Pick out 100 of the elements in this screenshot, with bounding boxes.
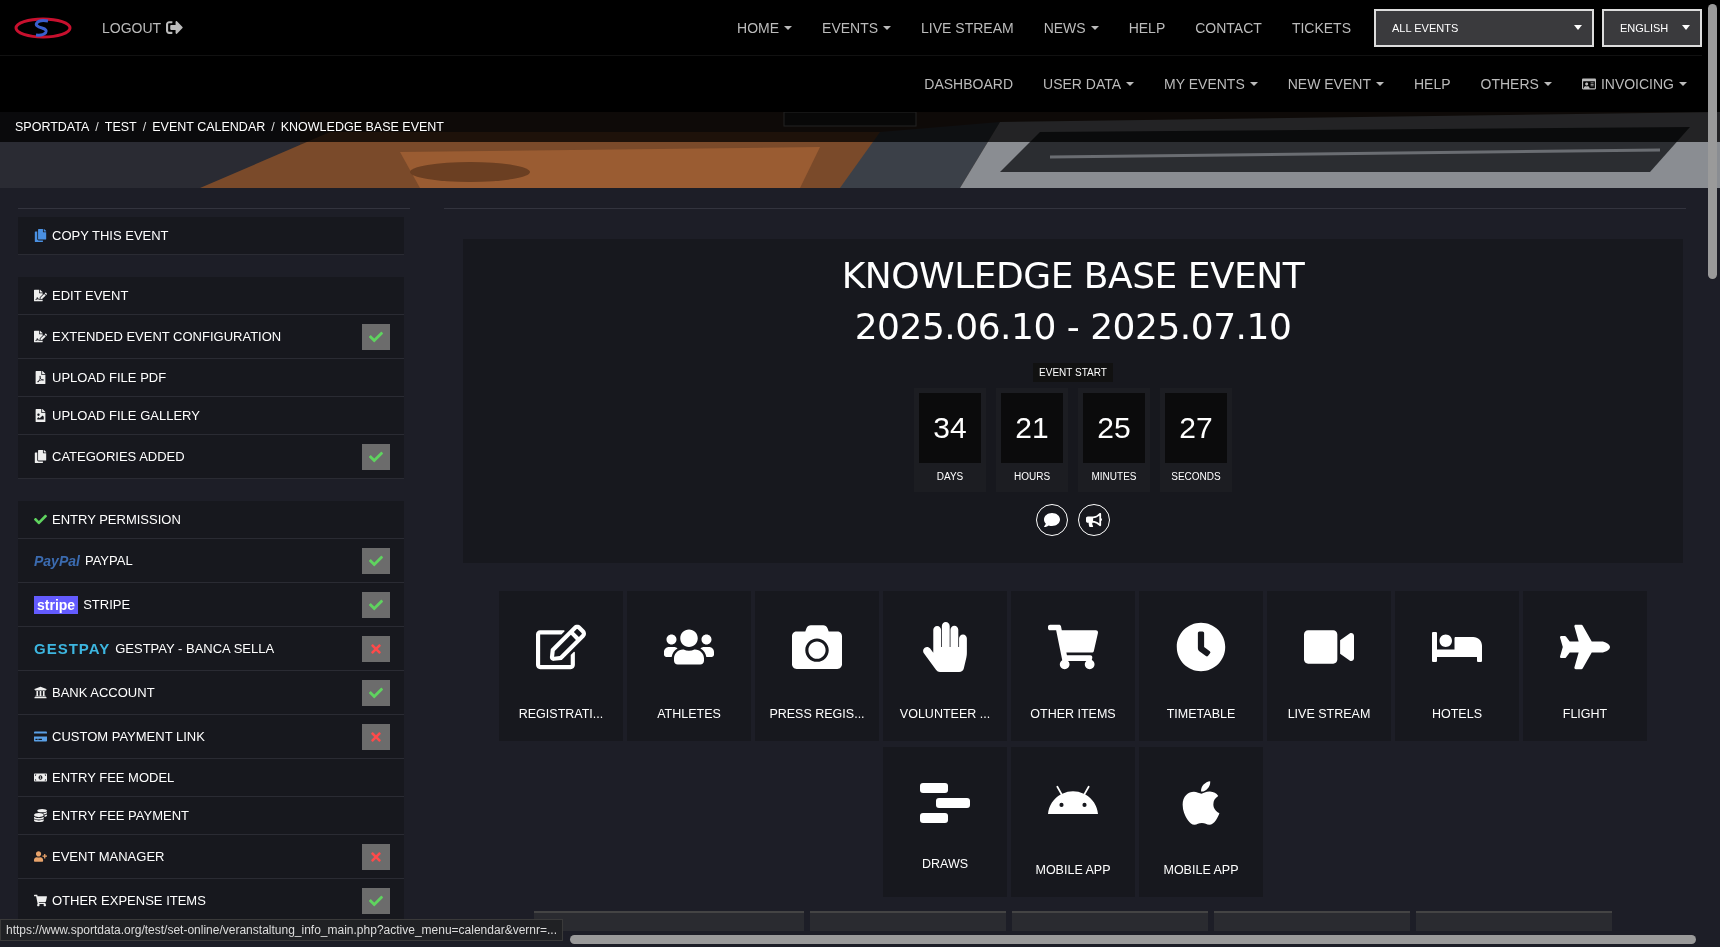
nav-link[interactable]: LIVE STREAM — [906, 19, 1029, 36]
check-icon — [34, 513, 47, 526]
sidebar-item[interactable]: stripe STRIPE — [18, 583, 404, 627]
menu-tile[interactable]: MOBILE APP — [1139, 747, 1263, 897]
countdown-unit-label: HOURS — [1013, 470, 1051, 484]
money-icon — [34, 771, 47, 784]
sidebar-label: PAYPAL — [84, 553, 133, 568]
bank-icon — [34, 686, 47, 699]
menu-tile[interactable]: LIVE STREAM — [1267, 591, 1391, 741]
sidebar-label: OTHER EXPENSE ITEMS — [52, 893, 206, 908]
sidebar-item[interactable]: CUSTOM PAYMENT LINK — [18, 715, 404, 759]
countdown-value: 25 — [1083, 393, 1145, 463]
id-card-icon — [1581, 77, 1596, 91]
menu-tile[interactable]: HOTELS — [1395, 591, 1519, 741]
sidebar-item[interactable]: EVENT MANAGER — [18, 835, 404, 879]
sidebar-item[interactable]: COPY THIS EVENT — [18, 217, 404, 255]
menu-tile[interactable]: OTHER ITEMS — [1011, 591, 1135, 741]
event-dates: 2025.06.10 - 2025.07.10 — [854, 306, 1292, 347]
payment-logo: stripe — [34, 595, 79, 614]
sidebar-item[interactable]: GESTPAY GESTPAY - BANCA SELLA — [18, 627, 404, 671]
sidebar-label: BANK ACCOUNT — [52, 685, 155, 700]
nav-link[interactable]: OTHERS — [1465, 76, 1567, 92]
menu-tile[interactable]: TIMETABLE — [1139, 591, 1263, 741]
countdown-label: EVENT START — [1033, 363, 1113, 382]
nav-link[interactable]: NEW EVENT — [1272, 76, 1399, 92]
sidebar-label: ENTRY FEE MODEL — [52, 770, 175, 785]
nav-link[interactable]: MY EVENTS — [1149, 76, 1273, 92]
edit-file-icon — [34, 330, 47, 343]
copy-icon — [34, 229, 47, 242]
countdown-value: 27 — [1165, 393, 1227, 463]
breadcrumb-link[interactable]: SPORTDATA — [15, 120, 90, 134]
menu-tile[interactable]: REGISTRATI... — [499, 591, 623, 741]
menu-tile[interactable]: ATHLETES — [627, 591, 751, 741]
cart-icon — [34, 894, 47, 907]
user-plus-icon — [34, 850, 47, 863]
nav-link[interactable]: CONTACT — [1180, 19, 1277, 36]
nav-link[interactable]: HELP — [1398, 76, 1466, 92]
sidebar-label: STRIPE — [83, 597, 131, 612]
scrollbar[interactable] — [1708, 4, 1717, 279]
language-select[interactable]: ENGLISH — [1602, 8, 1702, 47]
nav-link[interactable]: EVENTS — [807, 19, 907, 36]
menu-tile[interactable]: PRESS REGIS... — [755, 591, 879, 741]
nav-link[interactable]: HOME — [722, 19, 808, 36]
countdown-value: 21 — [1001, 393, 1063, 463]
breadcrumb-link[interactable]: EVENT CALENDAR — [152, 120, 266, 134]
nav-link[interactable]: INVOICING — [1566, 76, 1702, 92]
sidebar-item[interactable]: CATEGORIES ADDED — [18, 435, 404, 479]
payment-logo: PayPal — [34, 552, 80, 569]
megaphone-icon — [1086, 512, 1102, 528]
breadcrumb-link[interactable]: TEST — [104, 120, 137, 134]
coins-icon — [34, 809, 47, 822]
sidebar-label: CUSTOM PAYMENT LINK — [52, 729, 205, 744]
sidebar-item[interactable]: ENTRY PERMISSION — [18, 501, 404, 539]
breadcrumb-separator: / — [142, 120, 147, 134]
nav-link[interactable]: HELP — [1113, 19, 1181, 36]
nav-link[interactable]: DASHBOARD — [909, 76, 1028, 92]
sidebar-label: UPLOAD FILE GALLERY — [52, 408, 200, 423]
menu-tile[interactable]: VOLUNTEER ... — [883, 591, 1007, 741]
image-file-icon — [34, 409, 47, 422]
nav-link[interactable]: TICKETS — [1276, 19, 1366, 36]
sidebar-label: EXTENDED EVENT CONFIGURATION — [52, 329, 282, 344]
sidebar-item[interactable]: ENTRY FEE PAYMENT — [18, 797, 404, 835]
countdown-unit-label: DAYS — [936, 470, 964, 484]
sidebar-label: EDIT EVENT — [52, 288, 129, 303]
sidebar-label: UPLOAD FILE PDF — [52, 370, 167, 385]
event-select[interactable]: ALL EVENTS — [1374, 8, 1594, 47]
countdown-unit-label: MINUTES — [1091, 470, 1137, 484]
sidebar-label: COPY THIS EVENT — [52, 228, 169, 243]
sidebar-label: CATEGORIES ADDED — [52, 449, 185, 464]
credit-card-icon — [34, 730, 47, 743]
sidebar-item[interactable]: EXTENDED EVENT CONFIGURATION — [18, 315, 404, 359]
countdown-unit-label: SECONDS — [1171, 470, 1221, 484]
nav-link[interactable]: USER DATA — [1028, 76, 1150, 92]
edit-file-icon — [34, 289, 47, 302]
breadcrumb-separator: / — [95, 120, 99, 134]
scrollbar[interactable] — [570, 935, 1696, 944]
sidebar-item[interactable]: UPLOAD FILE GALLERY — [18, 397, 404, 435]
breadcrumb-separator: / — [271, 120, 275, 134]
sidebar-item[interactable]: UPLOAD FILE PDF — [18, 359, 404, 397]
pdf-file-icon — [34, 371, 47, 384]
payment-logo: GESTPAY — [34, 640, 111, 657]
logout-icon — [166, 19, 184, 36]
menu-tile[interactable]: FLIGHT — [1523, 591, 1647, 741]
sidebar-label: GESTPAY - BANCA SELLA — [115, 641, 275, 656]
copy-icon — [34, 450, 47, 463]
sidebar-label: ENTRY PERMISSION — [52, 512, 181, 527]
countdown-value: 34 — [919, 393, 981, 463]
breadcrumb-link[interactable]: KNOWLEDGE BASE EVENT — [280, 120, 444, 134]
menu-tile[interactable]: DRAWS — [883, 747, 1007, 897]
logout-link[interactable]: LOGOUT — [102, 19, 184, 36]
sidebar-label: EVENT MANAGER — [52, 849, 165, 864]
logo-icon[interactable] — [14, 15, 72, 40]
nav-link[interactable]: NEWS — [1028, 19, 1114, 36]
chat-icon — [1044, 512, 1060, 528]
event-title: KNOWLEDGE BASE EVENT — [841, 255, 1305, 296]
menu-tile[interactable]: MOBILE APP — [1011, 747, 1135, 897]
sidebar-item[interactable]: EDIT EVENT — [18, 277, 404, 315]
sidebar-item[interactable]: PayPal PAYPAL — [18, 539, 404, 583]
sidebar-item[interactable]: ENTRY FEE MODEL — [18, 759, 404, 797]
sidebar-item[interactable]: BANK ACCOUNT — [18, 671, 404, 715]
